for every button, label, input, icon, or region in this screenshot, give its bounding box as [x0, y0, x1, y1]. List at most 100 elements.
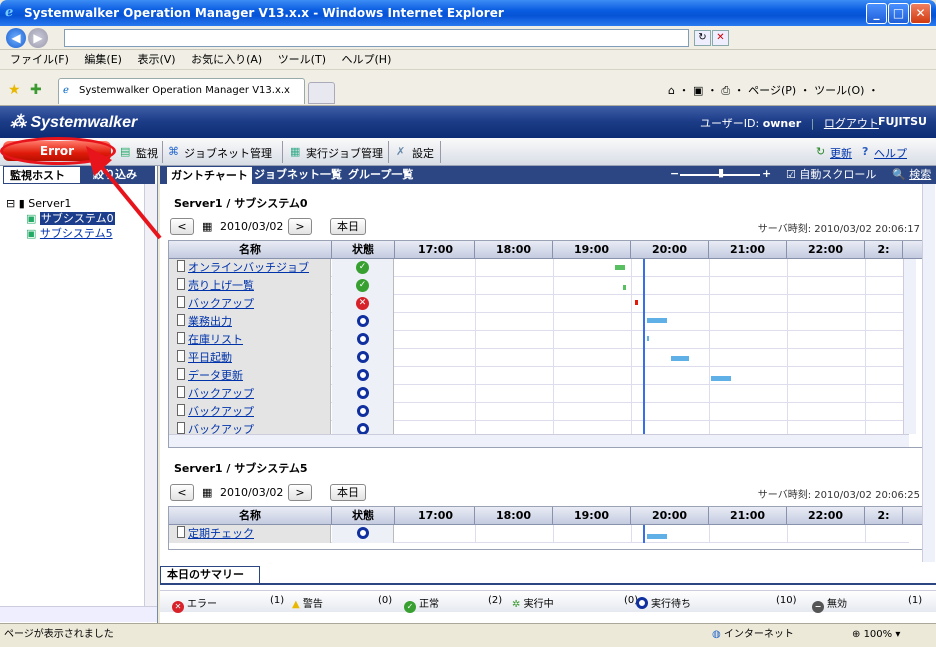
left-vertical-scrollbar[interactable] [144, 184, 157, 606]
status-cell: ✓ [332, 259, 394, 277]
settings-button[interactable]: 設定 [412, 145, 434, 161]
left-horizontal-scrollbar[interactable] [0, 606, 157, 622]
warning-icon: ▲ [292, 599, 300, 610]
menu-favorites[interactable]: お気に入り(A) [191, 53, 262, 66]
tab-jobnet-list[interactable]: ジョブネット一覧 [250, 166, 346, 184]
prev-day-button[interactable]: < [170, 218, 194, 235]
home-icon[interactable]: ⌂ ・ [668, 84, 689, 97]
jobnet-name-link[interactable]: バックアップ [169, 403, 331, 421]
gantt-bar[interactable] [647, 534, 667, 539]
close-button[interactable]: ✕ [910, 3, 931, 24]
forward-button[interactable]: ▶ [28, 28, 48, 48]
minimize-button[interactable]: _ [866, 3, 887, 24]
feeds-icon[interactable]: ▣ ・ [693, 84, 718, 97]
summary-tab[interactable]: 本日のサマリー [160, 566, 260, 584]
jobnet-name-link[interactable]: 在庫リスト [169, 331, 331, 349]
collapse-icon: ⊟ [6, 197, 16, 210]
server-icon: ▮ [18, 197, 25, 210]
jobnet-name-link[interactable]: バックアップ [169, 295, 331, 313]
jobnet-name-link[interactable]: 定期チェック [169, 525, 331, 543]
back-button[interactable]: ◀ [6, 28, 26, 48]
tree-node-subsystem5[interactable]: ▣ サブシステム5 [6, 226, 115, 241]
jobnet-name-link[interactable]: オンラインバッチジョブ [169, 259, 331, 277]
summary-waiting[interactable]: 実行待ち (10) [636, 595, 816, 610]
column-name[interactable]: 名称 [169, 241, 332, 259]
jobnet-management-button[interactable]: ジョブネット管理 [184, 145, 272, 161]
tab-group-list[interactable]: グループ一覧 [344, 166, 417, 184]
table-row: 売り上げ一覧 ✓ [169, 277, 909, 295]
current-date: 2010/03/02 [220, 220, 284, 233]
refresh-link[interactable]: 更新 [830, 145, 852, 161]
jobnet-name-link[interactable]: 業務出力 [169, 313, 331, 331]
current-date: 2010/03/02 [220, 486, 284, 499]
favorites-star-icon[interactable]: ★ [8, 82, 21, 98]
jobnet-name-link[interactable]: 売り上げ一覧 [169, 277, 331, 295]
jobnet-name-link[interactable]: 平日起動 [169, 349, 331, 367]
hour-header: 19:00 [553, 507, 631, 525]
print-icon[interactable]: ⎙ ・ [721, 84, 744, 97]
gantt-bar[interactable] [647, 318, 667, 323]
section-title-subsystem0: Server1 / サブシステム0 [174, 197, 308, 210]
stop-icon[interactable]: ✕ [712, 30, 729, 46]
zoom-slider[interactable]: − ▮ + [670, 166, 771, 180]
add-favorite-icon[interactable]: ✚ [30, 82, 42, 98]
column-status[interactable]: 状態 [332, 507, 395, 525]
tree-node-server[interactable]: ⊟ ▮ Server1 [6, 196, 115, 211]
menu-help[interactable]: ヘルプ(H) [342, 53, 392, 66]
waiting-icon [356, 351, 369, 363]
summary-disabled[interactable]: − 無効 (1) [812, 595, 932, 613]
gantt-bar[interactable] [671, 356, 689, 361]
ok-icon: ✓ [404, 601, 416, 613]
summary-running[interactable]: ✲ 実行中 (0) [512, 595, 642, 610]
zoom-out-icon: − [670, 167, 680, 180]
summary-warning[interactable]: ▲ 警告 (0) [292, 595, 422, 610]
gantt-bar[interactable] [615, 265, 625, 270]
status-cell [332, 313, 394, 331]
url-input[interactable] [64, 29, 689, 47]
gantt-bar[interactable] [623, 285, 626, 290]
menu-view[interactable]: 表示(V) [137, 53, 175, 66]
gantt-header: 名称 状態 17:00 18:00 19:00 20:00 21:00 22:00 2: [169, 507, 927, 525]
calendar-icon[interactable]: ▦ [202, 220, 212, 233]
menu-tools[interactable]: ツール(T) [278, 53, 326, 66]
logout-link[interactable]: ログアウト [824, 117, 879, 130]
summary-error[interactable]: ✕ エラー (1) [172, 595, 302, 613]
monitor-button[interactable]: 監視 [136, 145, 158, 161]
right-vertical-scrollbar[interactable] [922, 184, 935, 562]
refresh-page-icon[interactable]: ↻ [694, 30, 711, 46]
help-link[interactable]: ヘルプ [874, 145, 907, 161]
help-icon: ? [862, 145, 869, 158]
column-status[interactable]: 状態 [332, 241, 395, 259]
today-button[interactable]: 本日 [330, 484, 366, 501]
menu-file[interactable]: ファイル(F) [10, 53, 69, 66]
tab-filter[interactable]: 絞り込み [87, 166, 147, 184]
tree-node-subsystem0[interactable]: ▣ サブシステム0 [6, 211, 115, 226]
tab-gantt-chart[interactable]: ガントチャート [166, 166, 253, 184]
jobnet-name-link[interactable]: バックアップ [169, 385, 331, 403]
new-tab-button[interactable] [308, 82, 335, 104]
gantt-bar[interactable] [647, 336, 649, 341]
exec-job-management-button[interactable]: 実行ジョブ管理 [306, 145, 383, 161]
tab-monitor-host[interactable]: 監視ホスト [3, 166, 81, 184]
page-tools[interactable]: ページ(P) ・ ツール(O) ・ [748, 84, 879, 97]
calendar-icon[interactable]: ▦ [202, 486, 212, 499]
gantt-bar[interactable] [635, 300, 638, 305]
browser-tab-active[interactable]: ℯ Systemwalker Operation Manager V13.x.x [58, 78, 305, 104]
menu-edit[interactable]: 編集(E) [84, 53, 122, 66]
next-day-button[interactable]: > [288, 484, 312, 501]
gantt-vertical-scrollbar[interactable] [903, 259, 916, 434]
today-button[interactable]: 本日 [330, 218, 366, 235]
waiting-icon [356, 387, 369, 399]
search-link[interactable]: 🔍 検索 [888, 166, 935, 184]
autoscroll-toggle[interactable]: ☑ 自動スクロール [782, 166, 880, 184]
jobnet-name-link[interactable]: データ更新 [169, 367, 331, 385]
section-title-subsystem5: Server1 / サブシステム5 [174, 462, 308, 475]
maximize-button[interactable]: □ [888, 3, 909, 24]
gantt-bar[interactable] [711, 376, 731, 381]
column-name[interactable]: 名称 [169, 507, 332, 525]
next-day-button[interactable]: > [288, 218, 312, 235]
table-row: オンラインバッチジョブ ✓ [169, 259, 909, 277]
prev-day-button[interactable]: < [170, 484, 194, 501]
zoom-level[interactable]: ⊕ 100% ▾ [852, 624, 900, 646]
gantt-horizontal-scrollbar[interactable] [169, 434, 909, 447]
